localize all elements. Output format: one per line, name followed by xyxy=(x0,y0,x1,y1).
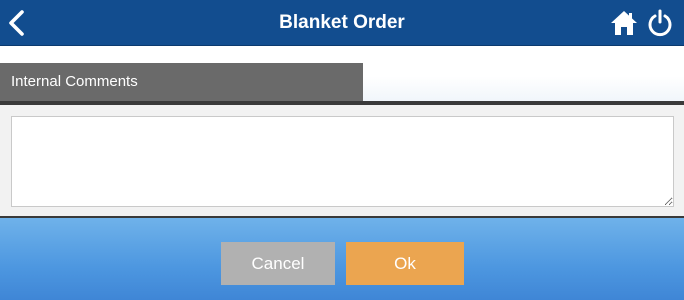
home-icon xyxy=(611,11,637,35)
section-header-internal-comments: Internal Comments xyxy=(0,63,363,101)
footer-bar xyxy=(0,218,684,300)
blanket-order-screen: Blanket Order Internal Comments Cancel O… xyxy=(0,0,684,300)
page-title: Blanket Order xyxy=(279,12,405,33)
internal-comments-textarea[interactable] xyxy=(11,116,674,207)
home-button[interactable] xyxy=(610,9,638,37)
top-navigation-bar: Blanket Order xyxy=(0,0,684,46)
cancel-button[interactable]: Cancel xyxy=(221,242,335,285)
power-icon xyxy=(648,9,672,37)
power-button[interactable] xyxy=(647,9,673,37)
ok-button[interactable]: Ok xyxy=(346,242,464,285)
